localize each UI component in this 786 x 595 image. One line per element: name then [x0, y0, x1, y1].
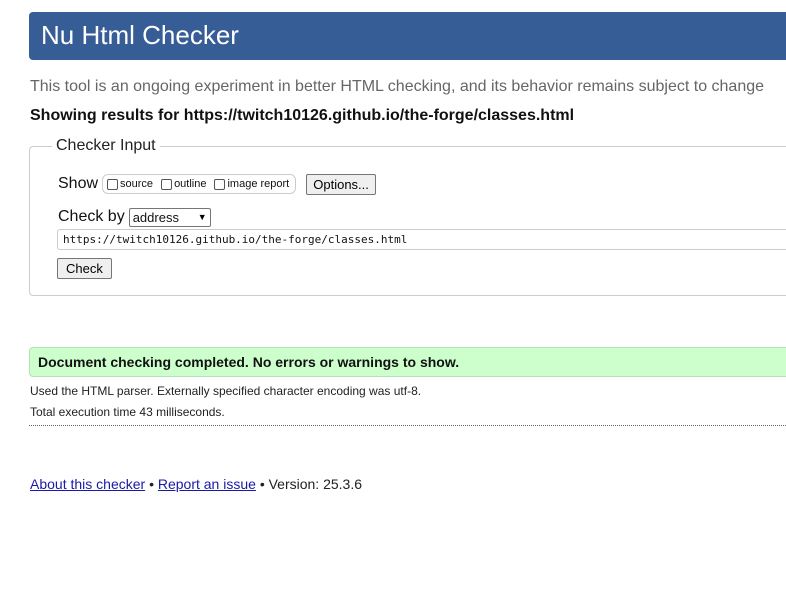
check-by-row: Check by address ▼ — [58, 207, 211, 227]
about-checker-link[interactable]: About this checker — [30, 476, 145, 492]
options-button[interactable]: Options... — [306, 173, 376, 195]
image-report-checkbox-label: image report — [227, 178, 290, 190]
chevron-down-icon: ▼ — [197, 212, 207, 222]
report-issue-link[interactable]: Report an issue — [158, 476, 256, 492]
outline-checkbox-label: outline — [174, 178, 207, 190]
success-message-box: Document checking completed. No errors o… — [29, 347, 786, 377]
check-by-select[interactable]: address ▼ — [128, 207, 211, 227]
show-options-row: Show source outline image report Options… — [58, 173, 376, 195]
source-option[interactable]: source — [107, 178, 153, 190]
image-report-checkbox[interactable] — [214, 178, 226, 190]
check-by-label: Check by — [58, 208, 125, 225]
source-checkbox[interactable] — [107, 178, 119, 190]
success-message: Document checking completed. No errors o… — [38, 354, 460, 370]
version-text: Version: 25.3.6 — [268, 476, 363, 492]
checker-input-legend: Checker Input — [52, 137, 160, 155]
divider — [29, 425, 786, 426]
checker-input-fieldset: Checker Input Show source outline image … — [29, 137, 786, 296]
parser-info: Used the HTML parser. Externally specifi… — [30, 384, 422, 398]
show-checkbox-group: source outline image report — [102, 174, 297, 194]
tagline: This tool is an ongoing experiment in be… — [30, 78, 765, 95]
page-title: Nu Html Checker — [41, 20, 239, 50]
footer-separator: • — [149, 476, 154, 492]
results-heading: Showing results for https://twitch10126.… — [30, 107, 575, 124]
image-report-option[interactable]: image report — [214, 178, 289, 190]
show-label: Show — [58, 175, 99, 192]
check-by-selected-value: address — [132, 209, 179, 225]
outline-option[interactable]: outline — [161, 178, 206, 190]
execution-time: Total execution time 43 milliseconds. — [30, 405, 225, 419]
check-button[interactable]: Check — [57, 258, 112, 279]
url-input[interactable]: https://twitch10126.github.io/the-forge/… — [57, 229, 786, 250]
footer-separator: • — [259, 476, 265, 492]
outline-checkbox[interactable] — [161, 178, 173, 190]
page-header: Nu Html Checker — [29, 12, 786, 60]
source-checkbox-label: source — [120, 178, 154, 190]
footer: About this checker • Report an issue • V… — [30, 476, 362, 492]
